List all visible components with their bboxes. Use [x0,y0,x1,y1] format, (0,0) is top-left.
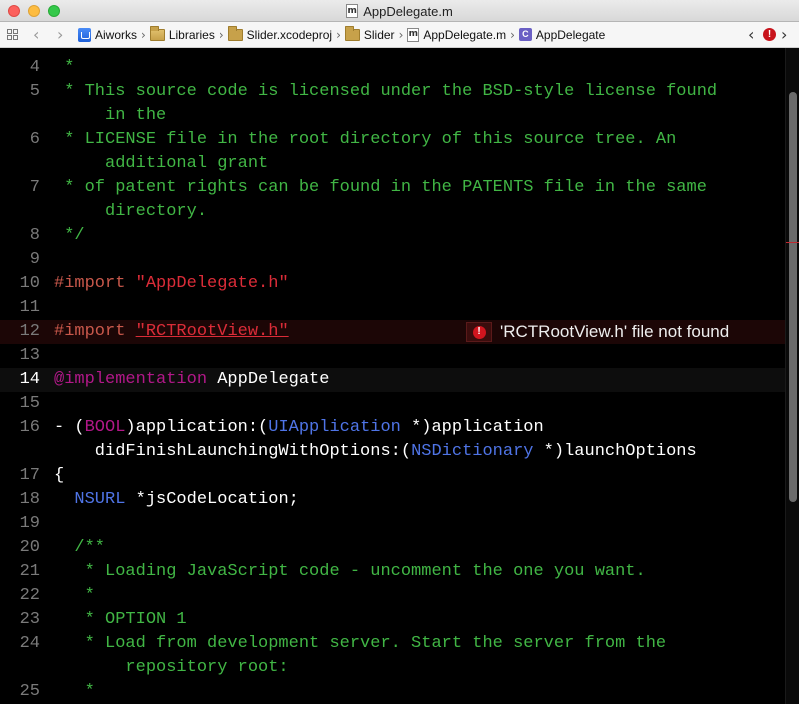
line-number: 10 [19,274,40,293]
code-text: - (BOOL)application:(UIApplication *)app… [54,418,697,461]
breadcrumb-item-project[interactable]: Aiworks [78,27,138,42]
breadcrumb: Aiworks › Libraries › Slider.xcodeproj ›… [78,22,605,47]
line-number: 13 [19,346,40,365]
code-text: { [54,466,65,485]
line-number: 4 [29,58,40,77]
breadcrumb-item-slider[interactable]: Slider [344,25,395,42]
line-number: 24 [19,634,40,653]
error-icon: ! [763,28,776,41]
window-title: AppDelegate.m [363,3,453,19]
breadcrumb-item-appdelegate-class[interactable]: C AppDelegate [518,27,606,42]
grid-icon [7,29,18,40]
line-number: 17 [19,466,40,485]
line-number: 12 [19,322,40,341]
line-number: 15 [19,394,40,413]
line-number: 5 [29,82,40,101]
code-line-current: 14 @implementation AppDelegate [0,368,785,392]
chevron-left-icon: ‹ [748,25,755,44]
line-number: 11 [19,298,40,317]
breadcrumb-label: AppDelegate [535,27,606,42]
code-text: * OPTION 1 [54,610,187,629]
forward-button[interactable]: › [57,22,63,47]
jump-bar: ‹ › Aiworks › Libraries › Slider.xcodepr… [0,22,799,48]
vertical-scrollbar[interactable] [785,48,799,704]
source-editor[interactable]: * 4 * 5 * This source code is licensed u… [0,48,785,704]
code-text: #import "RCTRootView.h" [54,322,289,341]
folder-icon [227,25,243,41]
line-number: 9 [29,250,40,269]
code-text: * [54,586,95,605]
breadcrumb-item-appdelegate-m[interactable]: m AppDelegate.m [407,27,507,42]
breadcrumb-label: Slider [363,27,395,42]
chevron-right-icon: › [141,27,146,42]
code-text: * Load from development server. Start th… [84,634,667,677]
line-number: 18 [19,490,40,509]
scrollbar-thumb[interactable] [789,92,797,502]
folder-icon [149,25,165,41]
line-number: 22 [19,586,40,605]
issue-indicator[interactable]: ! [763,22,776,47]
line-number: 6 [29,130,40,149]
xcodeproj-icon [78,27,91,42]
chevron-right-icon: › [781,25,788,44]
code-text: * Loading JavaScript code - uncomment th… [54,562,646,581]
window-title-group: m AppDelegate.m [0,0,799,22]
code-text: * This source code is licensed under the… [64,82,718,125]
line-number: 23 [19,610,40,629]
error-annotation[interactable]: ! 'RCTRootView.h' file not found [466,322,729,342]
code-text: */ [54,226,85,245]
chevron-right-icon: › [510,27,515,42]
breadcrumb-label: Aiworks [95,27,138,42]
code-line-error: 12 #import "RCTRootView.h" ! 'RCTRootVie… [0,320,785,344]
m-file-icon: m [346,4,359,18]
line-number: 21 [19,562,40,581]
related-items-button[interactable] [7,22,18,47]
back-button[interactable]: ‹ [33,22,39,47]
class-icon: C [518,28,532,41]
error-message: 'RCTRootView.h' file not found [500,322,730,341]
error-icon: ! [472,325,486,339]
breadcrumb-label: Slider.xcodeproj [246,27,333,42]
code-text: * of patent rights can be found in the P… [64,178,707,221]
chevron-right-icon: › [57,25,64,44]
breadcrumb-item-slider-xcodeproj[interactable]: Slider.xcodeproj [227,25,333,42]
code-text: * LICENSE file in the root directory of … [64,130,677,173]
line-number: 25 [19,682,40,701]
previous-issue-button[interactable]: ‹ [748,22,754,47]
code-text: * [54,682,95,701]
line-number: 8 [29,226,40,245]
code-text: #import "AppDelegate.h" [54,274,289,293]
error-badge: ! [466,322,492,342]
code-text: @implementation AppDelegate [54,370,330,389]
code-text: /** [54,538,106,557]
m-file-icon: m [407,27,420,42]
folder-icon [344,25,360,41]
breadcrumb-item-libraries[interactable]: Libraries [149,25,215,42]
code-text: NSURL *jsCodeLocation; [74,490,299,509]
chevron-right-icon: › [336,27,341,42]
chevron-left-icon: ‹ [33,25,40,44]
line-number: 20 [19,538,40,557]
line-number: 7 [29,178,40,197]
next-issue-button[interactable]: › [781,22,787,47]
line-number: 14 [19,370,40,389]
error-marker [786,242,799,243]
line-number: 16 [19,418,40,437]
title-bar: m AppDelegate.m [0,0,799,22]
chevron-right-icon: › [398,27,404,42]
breadcrumb-label: Libraries [168,27,215,42]
breadcrumb-label: AppDelegate.m [423,27,507,42]
chevron-right-icon: › [218,27,224,42]
code-text: * [54,58,75,77]
line-number: 19 [19,514,40,533]
